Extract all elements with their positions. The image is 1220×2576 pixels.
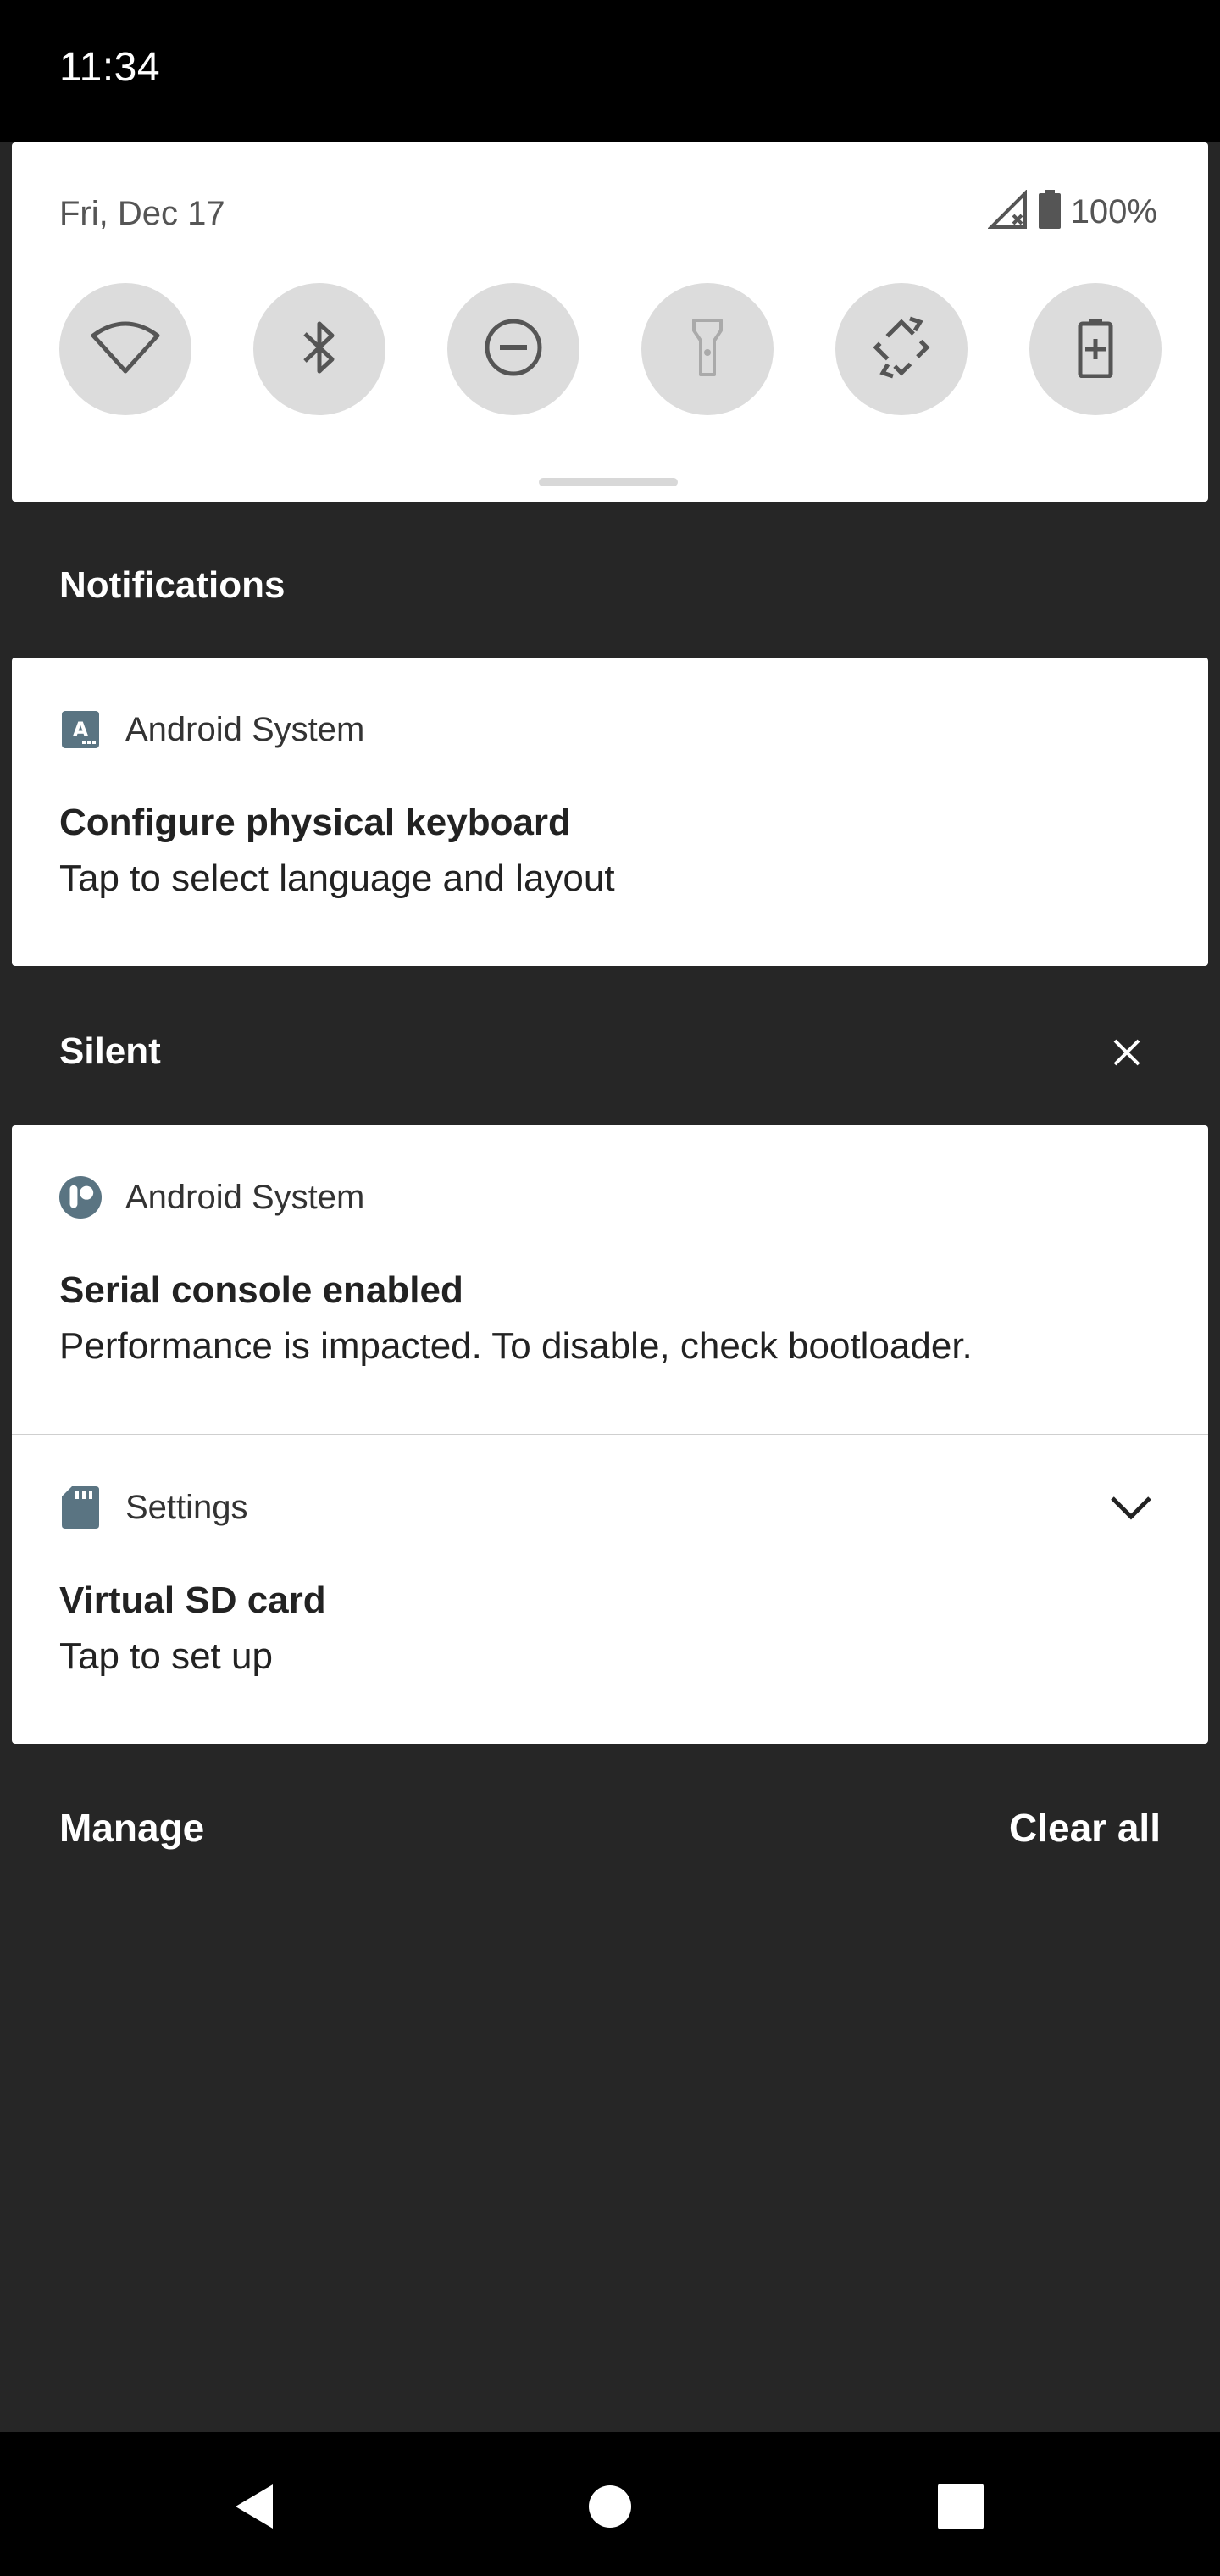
chevron-down-icon xyxy=(1109,1493,1153,1524)
home-button[interactable] xyxy=(568,2466,652,2551)
recents-icon xyxy=(938,2483,984,2534)
home-icon xyxy=(587,2484,633,2534)
recents-button[interactable] xyxy=(918,2466,1003,2551)
battery-saver-tile[interactable] xyxy=(1029,283,1162,415)
qs-status-icons: 100% xyxy=(986,189,1157,235)
wifi-tile[interactable] xyxy=(59,283,191,415)
status-time: 11:34 xyxy=(59,45,161,90)
flashlight-icon xyxy=(689,317,726,382)
auto-rotate-tile[interactable] xyxy=(835,283,968,415)
battery-icon xyxy=(1037,190,1062,235)
status-bar: 11:34 xyxy=(0,0,1220,142)
battery-saver-icon xyxy=(1077,317,1114,382)
notification-app-name: Android System xyxy=(125,710,365,748)
notification-keyboard[interactable]: A Android System Configure physical keyb… xyxy=(12,658,1208,966)
notification-virtual-sd[interactable]: Settings Virtual SD card Tap to set up xyxy=(12,1435,1208,1744)
auto-rotate-icon xyxy=(869,315,934,384)
bluetooth-icon xyxy=(298,317,341,382)
qs-date[interactable]: Fri, Dec 17 xyxy=(59,195,225,233)
wifi-icon xyxy=(90,320,161,379)
notification-app-row: Settings xyxy=(59,1486,248,1529)
manage-button[interactable]: Manage xyxy=(59,1805,204,1851)
notification-text: Tap to select language and layout xyxy=(59,858,615,899)
expand-notification-button[interactable] xyxy=(1101,1483,1161,1534)
sd-card-icon xyxy=(59,1486,102,1529)
keyboard-a-icon: A xyxy=(59,708,102,751)
dismiss-silent-button[interactable] xyxy=(1101,1029,1152,1080)
back-icon xyxy=(230,2481,278,2536)
silent-notifications-card: Android System Serial console enabled Pe… xyxy=(12,1125,1208,1744)
signal-icon xyxy=(986,189,1029,235)
notification-app-name: Android System xyxy=(125,1178,365,1216)
svg-text:A: A xyxy=(73,718,89,741)
notification-title: Virtual SD card xyxy=(59,1579,326,1621)
battery-percent: 100% xyxy=(1070,193,1157,230)
flashlight-tile[interactable] xyxy=(641,283,774,415)
do-not-disturb-icon xyxy=(483,317,544,382)
notification-title: Configure physical keyboard xyxy=(59,802,571,843)
qs-drag-handle[interactable] xyxy=(539,478,678,486)
notification-app-name: Settings xyxy=(125,1488,248,1526)
notification-app-row: Android System xyxy=(59,1176,364,1219)
notifications-header: Notifications xyxy=(59,564,286,606)
navigation-bar xyxy=(0,2432,1220,2576)
notification-card-keyboard[interactable]: A Android System Configure physical keyb… xyxy=(12,658,1208,966)
do-not-disturb-tile[interactable] xyxy=(447,283,580,415)
notification-app-row: A Android System xyxy=(59,708,364,751)
close-icon xyxy=(1112,1037,1142,1072)
notification-text: Performance is impacted. To disable, che… xyxy=(59,1325,973,1367)
console-icon xyxy=(59,1176,102,1219)
notification-title: Serial console enabled xyxy=(59,1269,463,1311)
back-button[interactable] xyxy=(212,2466,297,2551)
bluetooth-tile[interactable] xyxy=(253,283,385,415)
quick-settings-panel: Fri, Dec 17 100% xyxy=(12,142,1208,502)
clear-all-button[interactable]: Clear all xyxy=(1009,1805,1161,1851)
silent-header: Silent xyxy=(59,1030,161,1072)
notification-serial-console[interactable]: Android System Serial console enabled Pe… xyxy=(12,1125,1208,1434)
notification-text: Tap to set up xyxy=(59,1635,273,1677)
quick-settings-tiles xyxy=(59,283,1162,415)
